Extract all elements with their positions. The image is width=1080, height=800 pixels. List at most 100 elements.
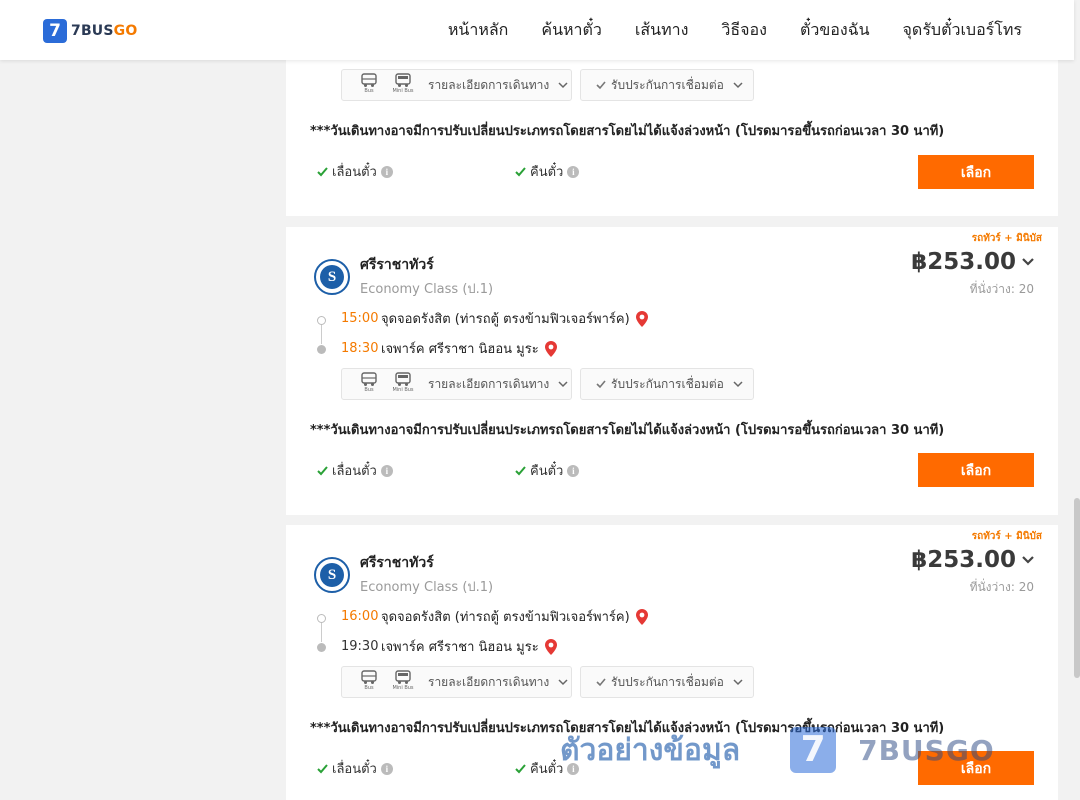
check-icon — [317, 764, 328, 774]
seat-class: Economy Class (ป.1) — [360, 580, 494, 595]
main-nav: หน้าหลัก ค้นหาตั๋ว เส้นทาง วิธีจอง ตั๋วข… — [415, 0, 1022, 60]
minibus-icon: Mini Bus — [390, 73, 416, 97]
route-details-toggle[interactable]: Bus Mini Bus รายละเอียดการเดินทาง — [341, 368, 572, 400]
operator-info: S ศรีราชาทัวร์ Economy Class (ป.1) — [314, 254, 493, 299]
chevron-down-icon — [733, 381, 743, 388]
site-logo[interactable]: 7 7BUSGO — [43, 19, 137, 43]
info-icon[interactable]: i — [567, 165, 580, 178]
chevron-down-icon — [558, 381, 568, 388]
check-icon — [596, 380, 606, 389]
connection-insurance-toggle[interactable]: รับประกันการเชื่อมต่อ — [580, 666, 754, 698]
map-pin-icon[interactable] — [544, 638, 557, 655]
price-toggle[interactable]: ฿253.00 — [911, 249, 1036, 275]
nav-home[interactable]: หน้าหลัก — [448, 18, 509, 43]
nav-how-to-book[interactable]: วิธีจอง — [721, 18, 767, 43]
departure-time: 15:00 — [341, 311, 379, 326]
operator-name: ศรีราชาทัวร์ — [360, 555, 434, 571]
departure-time: 16:00 — [341, 609, 379, 624]
refund-policy[interactable]: คืนตั๋ว i — [514, 460, 580, 481]
bus-icon: Bus — [356, 670, 382, 694]
trip-card: รถทัวร์ + มินิบัส S ศรีราชาทัวร์ Economy… — [286, 227, 1058, 515]
map-pin-icon[interactable] — [635, 310, 648, 327]
refund-policy[interactable]: คืนตั๋ว i — [514, 161, 580, 182]
ticket-price: ฿253.00 — [911, 547, 1016, 573]
check-icon — [515, 167, 526, 177]
map-pin-icon[interactable] — [635, 608, 648, 625]
vehicle-type-tag: รถทัวร์ + มินิบัส — [971, 233, 1042, 244]
top-navbar: 7 7BUSGO หน้าหลัก ค้นหาตั๋ว เส้นทาง วิธี… — [0, 0, 1074, 60]
map-pin-icon[interactable] — [544, 340, 557, 357]
connection-insurance-toggle[interactable]: รับประกันการเชื่อมต่อ — [580, 69, 754, 101]
info-icon[interactable]: i — [380, 762, 393, 775]
arrival-stop: 18:30 เจพาร์ค ศรีราชา นิฮอน มูระ — [341, 338, 557, 359]
info-icon[interactable]: i — [567, 464, 580, 477]
route-details-label: รายละเอียดการเดินทาง — [428, 674, 550, 689]
page-scrollbar[interactable] — [1074, 0, 1080, 800]
info-icon[interactable]: i — [567, 762, 580, 775]
check-icon — [317, 167, 328, 177]
nav-ticket-pickup-contacts[interactable]: จุดรับตั๋วเบอร์โทร — [903, 18, 1022, 43]
logo-text: 7BUSGO — [71, 23, 138, 39]
check-icon — [596, 81, 606, 90]
vehicle-change-notice: ***วันเดินทางอาจมีการปรับเปลี่ยนประเภทรถ… — [310, 423, 945, 438]
info-icon[interactable]: i — [380, 165, 393, 178]
ticket-price: ฿253.00 — [911, 249, 1016, 275]
chevron-down-icon — [558, 679, 568, 686]
reschedule-policy[interactable]: เลื่อนตั๋ว i — [316, 758, 393, 779]
scrollbar-thumb[interactable] — [1074, 498, 1080, 678]
route-stops: 16:00 จุดจอดรังสิต (ท่ารถตู้ ตรงข้ามฟิวเ… — [312, 603, 812, 663]
arrival-location: เจพาร์ค ศรีราชา นิฮอน มูระ — [381, 342, 539, 357]
check-icon — [515, 466, 526, 476]
arrival-dot — [317, 345, 326, 354]
departure-dot — [317, 316, 326, 325]
trip-card: รถทัวร์ + มินิบัส S ศรีราชาทัวร์ Economy… — [286, 525, 1058, 800]
chevron-down-icon — [1022, 258, 1034, 266]
select-trip-button[interactable]: เลือก — [918, 155, 1034, 189]
operator-info: S ศรีราชาทัวร์ Economy Class (ป.1) — [314, 552, 493, 597]
bus-icon: Bus — [356, 73, 382, 97]
reschedule-policy[interactable]: เลื่อนตั๋ว i — [316, 460, 393, 481]
departure-stop: 15:00 จุดจอดรังสิต (ท่ารถตู้ ตรงข้ามฟิวเ… — [341, 308, 648, 329]
info-icon[interactable]: i — [380, 464, 393, 477]
connection-insurance-toggle[interactable]: รับประกันการเชื่อมต่อ — [580, 368, 754, 400]
connection-insurance-label: รับประกันการเชื่อมต่อ — [611, 376, 724, 391]
select-trip-button[interactable]: เลือก — [918, 453, 1034, 487]
check-icon — [596, 678, 606, 687]
route-details-label: รายละเอียดการเดินทาง — [428, 77, 550, 92]
chevron-down-icon — [733, 679, 743, 686]
nav-search-ticket[interactable]: ค้นหาตั๋ว — [541, 18, 602, 43]
seats-available: ที่นั่งว่าง: 20 — [969, 580, 1034, 594]
minibus-icon: Mini Bus — [390, 372, 416, 396]
route-details-label: รายละเอียดการเดินทาง — [428, 376, 550, 391]
arrival-dot — [317, 643, 326, 652]
nav-routes[interactable]: เส้นทาง — [635, 18, 689, 43]
operator-logo: S — [314, 258, 350, 295]
nav-my-tickets[interactable]: ตั๋วของฉัน — [800, 18, 870, 43]
seat-class: Economy Class (ป.1) — [360, 282, 494, 297]
check-icon — [317, 466, 328, 476]
chevron-down-icon — [733, 82, 743, 89]
select-trip-button[interactable]: เลือก — [918, 751, 1034, 785]
chevron-down-icon — [1022, 556, 1034, 564]
reschedule-policy[interactable]: เลื่อนตั๋ว i — [316, 161, 393, 182]
arrival-time: 18:30 — [341, 341, 379, 356]
route-details-toggle[interactable]: Bus Mini Bus รายละเอียดการเดินทาง — [341, 666, 572, 698]
seats-available: ที่นั่งว่าง: 20 — [969, 282, 1034, 296]
arrival-location: เจพาร์ค ศรีราชา นิฮอน มูระ — [381, 640, 539, 655]
price-toggle[interactable]: ฿253.00 — [911, 547, 1036, 573]
route-details-toggle[interactable]: Bus Mini Bus รายละเอียดการเดินทาง — [341, 69, 572, 101]
arrival-time: 19:30 — [341, 639, 379, 654]
minibus-icon: Mini Bus — [390, 670, 416, 694]
departure-location: จุดจอดรังสิต (ท่ารถตู้ ตรงข้ามฟิวเจอร์พา… — [381, 610, 630, 625]
chevron-down-icon — [558, 82, 568, 89]
departure-stop: 16:00 จุดจอดรังสิต (ท่ารถตู้ ตรงข้ามฟิวเ… — [341, 606, 648, 627]
bus-icon: Bus — [356, 372, 382, 396]
route-stops: 15:00 จุดจอดรังสิต (ท่ารถตู้ ตรงข้ามฟิวเ… — [312, 305, 812, 365]
connection-insurance-label: รับประกันการเชื่อมต่อ — [611, 77, 724, 92]
connection-insurance-label: รับประกันการเชื่อมต่อ — [611, 674, 724, 689]
vehicle-change-notice: ***วันเดินทางอาจมีการปรับเปลี่ยนประเภทรถ… — [310, 721, 945, 736]
logo-badge: 7 — [43, 19, 67, 43]
operator-logo: S — [314, 556, 350, 593]
check-icon — [515, 764, 526, 774]
refund-policy[interactable]: คืนตั๋ว i — [514, 758, 580, 779]
